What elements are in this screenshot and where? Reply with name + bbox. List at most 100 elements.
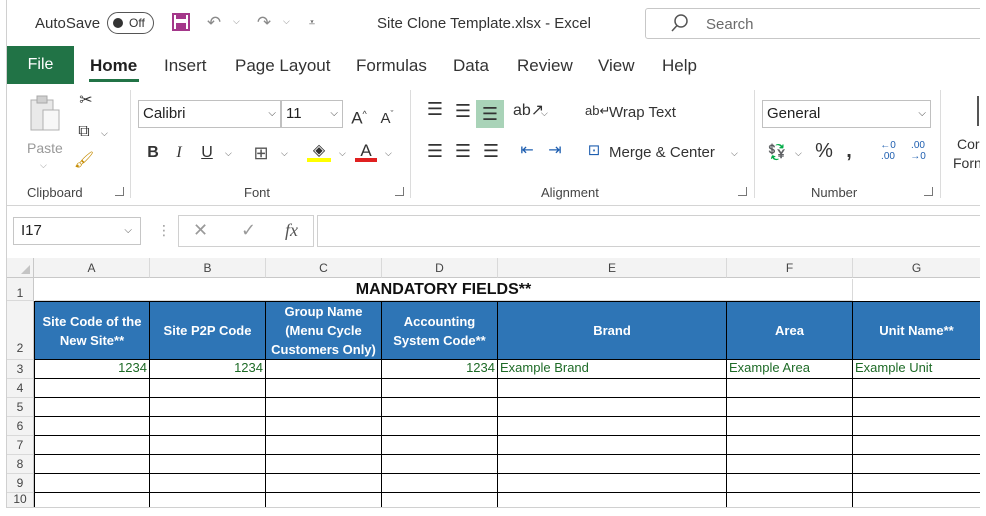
fill-color-dropdown-icon[interactable]: ⌵ [339, 148, 346, 159]
undo-dropdown-icon[interactable]: ⌵ [233, 16, 240, 27]
cell-c5[interactable] [266, 398, 382, 417]
tab-help[interactable]: Help [662, 56, 697, 76]
cancel-icon[interactable]: ✕ [193, 220, 208, 241]
cell-e9[interactable] [498, 474, 727, 493]
number-format-select[interactable]: General ⌵ [762, 100, 931, 128]
header-cell-brand[interactable]: Brand [498, 301, 727, 360]
tab-page-layout[interactable]: Page Layout [235, 56, 330, 76]
cell-f6[interactable] [727, 417, 853, 436]
row-header-9[interactable]: 9 [7, 474, 34, 493]
tab-formulas[interactable]: Formulas [356, 56, 427, 76]
row-header-10[interactable]: 10 [7, 493, 34, 507]
font-size-select[interactable]: 11 ⌵ [281, 100, 343, 128]
top-align-icon[interactable]: ☰ [423, 98, 447, 120]
header-cell-group-name[interactable]: Group Name (Menu Cycle Customers Only) [266, 301, 382, 360]
align-left-icon[interactable]: ☰ [423, 140, 447, 162]
bottom-align-icon[interactable]: ☰ [476, 100, 504, 128]
row-header-5[interactable]: 5 [7, 398, 34, 417]
cell-b5[interactable] [150, 398, 266, 417]
save-icon[interactable] [169, 12, 193, 34]
customize-qat-icon[interactable]: ⩡ [303, 12, 321, 34]
font-color-icon[interactable]: A [355, 140, 377, 162]
row-header-1[interactable]: 1 [7, 278, 34, 301]
mandatory-fields-banner[interactable]: MANDATORY FIELDS** [35, 279, 853, 301]
clipboard-launcher-icon[interactable] [115, 187, 124, 196]
underline-dropdown-icon[interactable]: ⌵ [225, 148, 232, 159]
select-all-button[interactable] [7, 258, 34, 278]
fill-color-icon[interactable]: ◈ [307, 140, 331, 162]
align-right-icon[interactable]: ☰ [479, 140, 503, 162]
increase-decimal-icon[interactable]: ←0.00 [875, 140, 901, 162]
accounting-dropdown-icon[interactable]: ⌵ [795, 148, 802, 159]
cell-g5[interactable] [853, 398, 980, 417]
cell-d9[interactable] [382, 474, 498, 493]
cell-c7[interactable] [266, 436, 382, 455]
cell-d10[interactable] [382, 493, 498, 507]
column-header-e[interactable]: E [498, 258, 727, 278]
column-header-f[interactable]: F [727, 258, 853, 278]
italic-button[interactable]: I [169, 142, 189, 164]
tab-insert[interactable]: Insert [164, 56, 207, 76]
cell-g6[interactable] [853, 417, 980, 436]
cell-e3[interactable]: Example Brand [498, 360, 727, 379]
cell-b6[interactable] [150, 417, 266, 436]
tab-home[interactable]: Home [90, 56, 137, 76]
header-cell-site-code[interactable]: Site Code of the New Site** [34, 301, 150, 360]
tab-data[interactable]: Data [453, 56, 489, 76]
cell-b9[interactable] [150, 474, 266, 493]
font-color-dropdown-icon[interactable]: ⌵ [385, 148, 392, 159]
cell-a6[interactable] [34, 417, 150, 436]
column-header-g[interactable]: G [853, 258, 980, 278]
cell-g8[interactable] [853, 455, 980, 474]
row-header-2[interactable]: 2 [7, 301, 34, 360]
resize-handle-icon[interactable]: ⋮ [157, 222, 171, 239]
cell-d6[interactable] [382, 417, 498, 436]
borders-icon[interactable]: ⊞ [250, 142, 272, 164]
redo-dropdown-icon[interactable]: ⌵ [283, 16, 290, 27]
format-painter-icon[interactable]: 🖌 [73, 150, 95, 172]
cell-e8[interactable] [498, 455, 727, 474]
cell-g10[interactable] [853, 493, 980, 507]
number-launcher-icon[interactable] [924, 187, 933, 196]
cell-c4[interactable] [266, 379, 382, 398]
name-box[interactable]: I17 ⌵ [13, 217, 141, 245]
decrease-font-size-icon[interactable]: Aˇ [375, 103, 399, 127]
cell-f5[interactable] [727, 398, 853, 417]
copy-icon[interactable]: ⧉ [73, 121, 95, 143]
cell-e6[interactable] [498, 417, 727, 436]
column-header-c[interactable]: C [266, 258, 382, 278]
header-cell-unit-name[interactable]: Unit Name** [853, 301, 980, 360]
search-box[interactable]: Search [645, 8, 980, 39]
cell-b8[interactable] [150, 455, 266, 474]
cell-a7[interactable] [34, 436, 150, 455]
wrap-text-button[interactable]: ab↵ Wrap Text [585, 100, 705, 124]
column-header-a[interactable]: A [34, 258, 150, 278]
middle-align-icon[interactable]: ☰ [451, 100, 475, 122]
font-launcher-icon[interactable] [395, 187, 404, 196]
alignment-launcher-icon[interactable] [738, 187, 747, 196]
copy-dropdown-icon[interactable]: ⌵ [101, 128, 108, 139]
formula-input[interactable] [317, 215, 980, 247]
cell-c9[interactable] [266, 474, 382, 493]
header-cell-accounting-code[interactable]: Accounting System Code** [382, 301, 498, 360]
increase-indent-icon[interactable]: ⇥ [543, 140, 567, 162]
enter-icon[interactable]: ✓ [241, 220, 256, 241]
cell-g3[interactable]: Example Unit [853, 360, 980, 379]
cell-g9[interactable] [853, 474, 980, 493]
cell-e7[interactable] [498, 436, 727, 455]
cell-d8[interactable] [382, 455, 498, 474]
font-name-select[interactable]: Calibri ⌵ [138, 100, 281, 128]
cell-c10[interactable] [266, 493, 382, 507]
cell-a9[interactable] [34, 474, 150, 493]
insert-function-icon[interactable]: fx [285, 220, 298, 241]
bold-button[interactable]: B [143, 142, 163, 164]
row-header-3[interactable]: 3 [7, 360, 34, 379]
row-header-7[interactable]: 7 [7, 436, 34, 455]
cell-f7[interactable] [727, 436, 853, 455]
cell-a8[interactable] [34, 455, 150, 474]
cell-e4[interactable] [498, 379, 727, 398]
cell-d5[interactable] [382, 398, 498, 417]
align-center-icon[interactable]: ☰ [451, 140, 475, 162]
autosave-toggle[interactable]: Off [107, 12, 154, 34]
conditional-formatting-button[interactable]: Cor Forn [951, 94, 980, 174]
